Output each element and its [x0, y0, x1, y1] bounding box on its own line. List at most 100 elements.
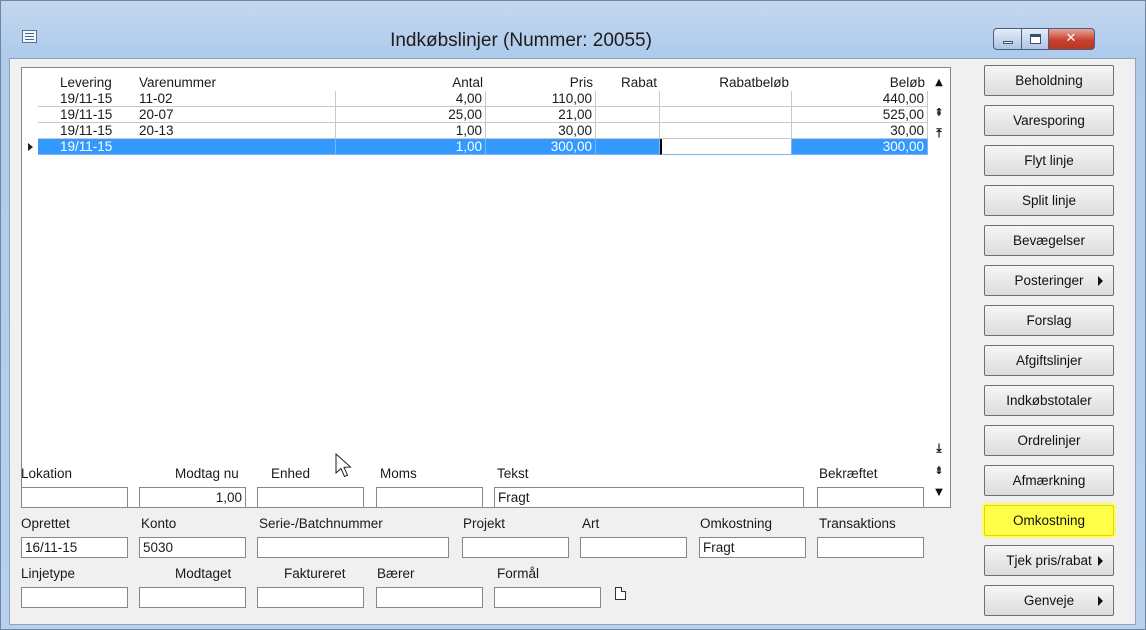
button-indkøbstotaler[interactable]: Indkøbstotaler	[984, 385, 1114, 416]
scroll-up-icon[interactable]: ▲	[928, 77, 950, 95]
button-label: Varesporing	[1013, 113, 1085, 128]
button-bevægelser[interactable]: Bevægelser	[984, 225, 1114, 256]
window-controls: ✕	[993, 28, 1095, 50]
column-header-antal[interactable]: Antal	[336, 75, 486, 91]
cell-varenummer[interactable]: 11-02	[136, 91, 336, 107]
scroll-top-icon[interactable]: ⤒	[928, 126, 950, 144]
cell-rabat[interactable]	[596, 107, 660, 123]
cell-pris[interactable]: 300,00	[486, 139, 596, 155]
faktureret-label: Faktureret	[284, 566, 346, 581]
note-icon[interactable]	[615, 587, 626, 600]
cell-antal[interactable]: 1,00	[336, 123, 486, 139]
button-omkostning[interactable]: Omkostning	[984, 505, 1114, 536]
button-afmærkning[interactable]: Afmærkning	[984, 465, 1114, 496]
art-field[interactable]	[580, 537, 687, 558]
modtag-nu-field[interactable]: 1,00	[139, 487, 246, 508]
column-header-pris[interactable]: Pris	[486, 75, 596, 91]
cell-antal[interactable]: 4,00	[336, 91, 486, 107]
cell-rabat[interactable]	[596, 123, 660, 139]
window-title: Indkøbslinjer (Nummer: 20055)	[390, 30, 652, 51]
cell-belob[interactable]: 440,00	[792, 91, 928, 107]
button-ordrelinjer[interactable]: Ordrelinjer	[984, 425, 1114, 456]
button-afgiftslinjer[interactable]: Afgiftslinjer	[984, 345, 1114, 376]
title-bar[interactable]: Indkøbslinjer (Nummer: 20055) ✕	[1, 1, 1145, 59]
button-split-linje[interactable]: Split linje	[984, 185, 1114, 216]
scroll-down-icon[interactable]: ▼	[928, 487, 950, 505]
cell-rabat[interactable]	[596, 139, 660, 155]
cell-levering[interactable]: 19/11-15	[38, 107, 136, 123]
grid-scrollbar[interactable]: ▲ ⇞ ⤒ ⤓ ⇟ ▼	[928, 68, 950, 507]
submenu-arrow-icon	[1098, 556, 1103, 566]
projekt-field[interactable]	[462, 537, 569, 558]
minimize-button[interactable]	[993, 28, 1022, 50]
button-label: Genveje	[1023, 593, 1075, 608]
cell-antal[interactable]: 1,00	[336, 139, 486, 155]
tekst-field[interactable]: Fragt	[494, 487, 804, 508]
client-area: Levering Varenummer Antal Pris Rabat Rab…	[9, 58, 1136, 625]
cell-rabatbelob[interactable]	[660, 91, 792, 107]
oprettet-field[interactable]: 16/11-15	[21, 537, 128, 558]
cell-belob[interactable]: 30,00	[792, 123, 928, 139]
column-header-rabatbelob[interactable]: Rabatbeløb	[660, 75, 792, 91]
modtaget-field[interactable]	[139, 587, 246, 608]
cell-rabatbelob[interactable]	[660, 107, 792, 123]
column-header-levering[interactable]: Levering	[38, 75, 136, 91]
moms-label: Moms	[380, 466, 417, 481]
close-button[interactable]: ✕	[1049, 28, 1095, 50]
transaktions-field[interactable]	[817, 537, 924, 558]
cell-rabatbelob-editing[interactable]	[660, 139, 792, 155]
cell-varenummer[interactable]: 20-07	[136, 107, 336, 123]
button-posteringer[interactable]: Posteringer	[984, 265, 1114, 296]
projekt-label: Projekt	[463, 516, 506, 531]
baerer-label: Bærer	[377, 566, 415, 581]
button-genveje[interactable]: Genveje	[984, 585, 1114, 616]
linjetype-field[interactable]	[21, 587, 128, 608]
bekraeftet-field[interactable]	[817, 487, 924, 508]
faktureret-field[interactable]	[257, 587, 364, 608]
button-beholdning[interactable]: Beholdning	[984, 65, 1114, 96]
column-header-belob[interactable]: Beløb	[792, 75, 928, 91]
button-varesporing[interactable]: Varesporing	[984, 105, 1114, 136]
formal-label: Formål	[497, 566, 540, 581]
cell-antal[interactable]: 25,00	[336, 107, 486, 123]
cell-levering[interactable]: 19/11-15	[38, 91, 136, 107]
button-tjek-pris-rabat[interactable]: Tjek pris/rabat	[984, 545, 1114, 576]
button-forslag[interactable]: Forslag	[984, 305, 1114, 336]
cell-pris[interactable]: 110,00	[486, 91, 596, 107]
cell-varenummer[interactable]: 20-13	[136, 123, 336, 139]
table-row[interactable]: 19/11-15 20-07 25,00 21,00 525,00	[22, 107, 928, 123]
cell-pris[interactable]: 30,00	[486, 123, 596, 139]
omkostning-field[interactable]: Fragt	[699, 537, 806, 558]
purchase-lines-grid[interactable]: Levering Varenummer Antal Pris Rabat Rab…	[21, 67, 951, 508]
cell-varenummer[interactable]	[136, 139, 336, 155]
column-header-varenummer[interactable]: Varenummer	[136, 75, 336, 91]
cell-levering[interactable]: 19/11-15	[38, 123, 136, 139]
cell-rabat[interactable]	[596, 91, 660, 107]
column-header-rabat[interactable]: Rabat	[596, 75, 660, 91]
cell-belob[interactable]: 300,00	[792, 139, 928, 155]
page-up-icon[interactable]: ⇞	[928, 106, 950, 124]
serie-batchnummer-label: Serie-/Batchnummer	[259, 516, 383, 531]
formal-field[interactable]	[494, 587, 601, 608]
grid-header: Levering Varenummer Antal Pris Rabat Rab…	[22, 75, 928, 91]
konto-field[interactable]: 5030	[139, 537, 246, 558]
table-row[interactable]: 19/11-15 11-02 4,00 110,00 440,00	[22, 91, 928, 107]
button-label: Forslag	[1026, 313, 1072, 328]
table-row-selected[interactable]: 19/11-15 1,00 300,00 300,00	[22, 139, 928, 155]
cell-levering[interactable]: 19/11-15	[38, 139, 136, 155]
cell-rabatbelob[interactable]	[660, 123, 792, 139]
serie-batchnummer-field[interactable]	[257, 537, 449, 558]
maximize-button[interactable]	[1022, 28, 1049, 50]
baerer-field[interactable]	[376, 587, 483, 608]
scroll-bottom-icon[interactable]: ⤓	[928, 441, 950, 459]
lokation-field[interactable]	[21, 487, 128, 508]
cell-pris[interactable]: 21,00	[486, 107, 596, 123]
cell-belob[interactable]: 525,00	[792, 107, 928, 123]
minimize-icon	[1003, 41, 1013, 44]
page-down-icon[interactable]: ⇟	[928, 464, 950, 482]
button-flyt-linje[interactable]: Flyt linje	[984, 145, 1114, 176]
moms-field[interactable]	[376, 487, 483, 508]
table-row[interactable]: 19/11-15 20-13 1,00 30,00 30,00	[22, 123, 928, 139]
enhed-field[interactable]	[257, 487, 364, 508]
button-label: Tjek pris/rabat	[1006, 553, 1092, 568]
